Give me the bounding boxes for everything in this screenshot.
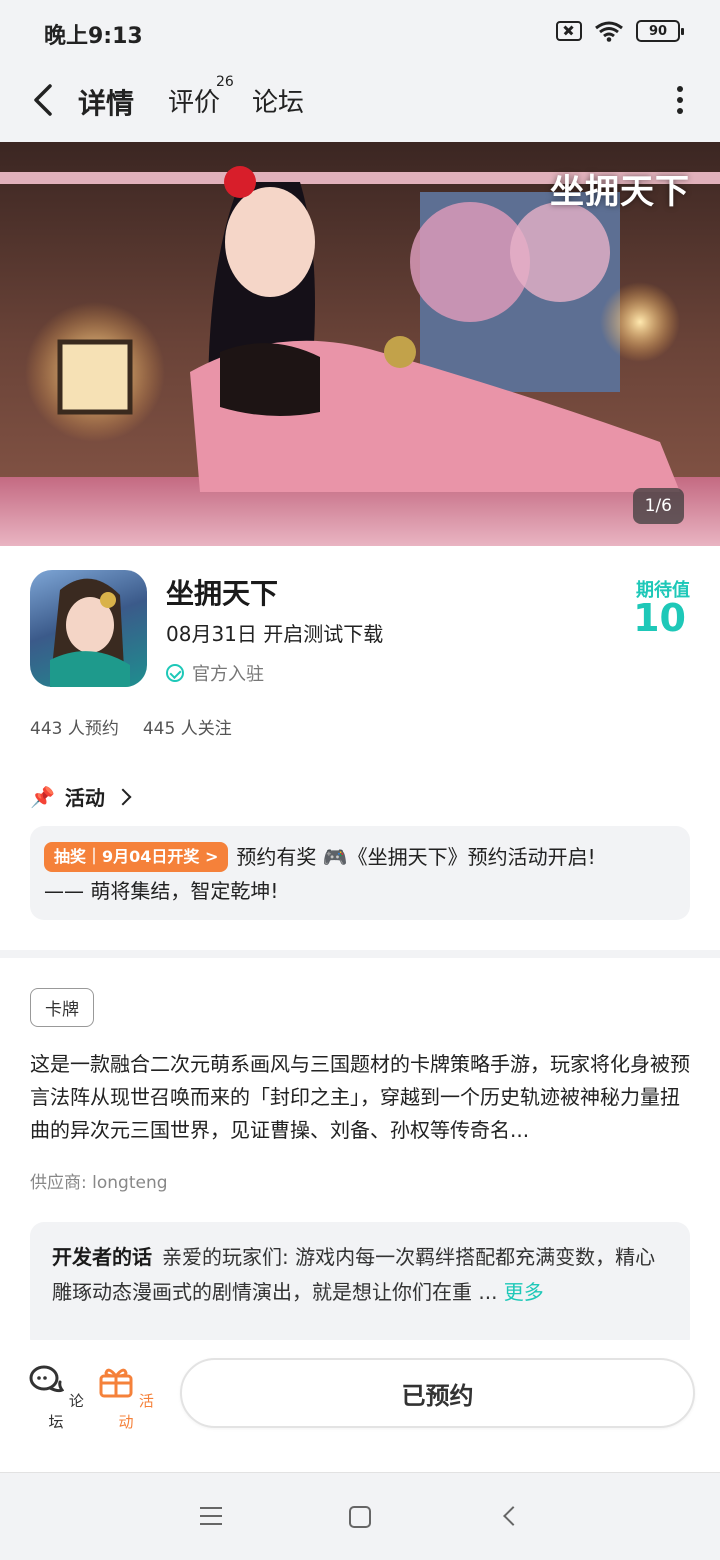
- banner-carousel[interactable]: 坐拥天下 1/6: [0, 142, 720, 546]
- banner-page-counter: 1/6: [632, 488, 684, 524]
- developer-note-more-link[interactable]: 更多: [504, 1280, 544, 1304]
- pin-icon: 📌: [30, 784, 55, 809]
- verified-check-icon: [166, 664, 184, 682]
- game-description[interactable]: 这是一款融合二次元萌系画风与三国题材的卡牌策略手游，玩家将化身被预言法阵从现世召…: [30, 1048, 694, 1147]
- tab-forum-label: 论坛: [252, 88, 305, 118]
- activity-heading: 活动: [64, 786, 105, 810]
- game-app-icon: [30, 570, 147, 687]
- tab-detail[interactable]: 详情: [74, 82, 139, 122]
- banner-game-logo: 坐拥天下: [550, 172, 690, 212]
- forum-chat-icon: [29, 1365, 65, 1393]
- recent-apps-icon[interactable]: [200, 1507, 222, 1525]
- activity-card[interactable]: 抽奖｜9月04日开奖 > 预约有奖 🎮《坐拥天下》预约活动开启! —— 萌将集结，…: [30, 826, 690, 920]
- supplier-info: 供应商: longteng: [30, 1173, 168, 1193]
- bottom-activity-button[interactable]: 活动: [96, 1364, 156, 1432]
- tab-detail-label: 详情: [78, 87, 135, 120]
- status-bar: 晚上9:13 90: [0, 0, 720, 66]
- game-info-card: 坐拥天下 08月31日 开启测试下载 官方入驻 期待值 10 443 人预约 4…: [0, 546, 720, 950]
- back-arrow-icon[interactable]: [26, 80, 66, 120]
- home-icon[interactable]: [349, 1506, 371, 1528]
- description-card: 卡牌 这是一款融合二次元萌系画风与三国题材的卡牌策略手游，玩家将化身被预言法阵从…: [0, 958, 720, 1378]
- sim-missing-icon: [556, 21, 582, 41]
- battery-icon: 90: [636, 20, 684, 42]
- developer-note-label: 开发者的话: [52, 1245, 152, 1269]
- official-label: 官方入驻: [192, 664, 264, 685]
- reserved-button[interactable]: 已预约: [180, 1358, 695, 1428]
- official-badge: 官方入驻: [166, 660, 264, 686]
- lottery-tag[interactable]: 抽奖｜9月04日开奖 >: [44, 842, 229, 872]
- expectation-score: 10: [633, 596, 686, 640]
- status-icons: 90: [556, 20, 684, 42]
- activity-text-line2: —— 萌将集结，智定乾坤!: [44, 879, 279, 903]
- developer-note[interactable]: 开发者的话 亲爱的玩家们: 游戏内每一次羁绊搭配都充满变数，精心雕琢动态漫画式的剧…: [30, 1222, 690, 1352]
- activity-section-header[interactable]: 📌 活动: [30, 782, 132, 811]
- tab-review[interactable]: 评价 26: [168, 74, 234, 119]
- activity-text-line1: 预约有奖 🎮《坐拥天下》预约活动开启!: [236, 845, 596, 869]
- follow-count: 445 人关注: [142, 719, 232, 739]
- bottom-forum-button[interactable]: 论坛: [26, 1364, 86, 1432]
- game-title: 坐拥天下: [166, 577, 279, 610]
- status-time: 晚上9:13: [44, 24, 143, 49]
- tab-review-label: 评价: [168, 88, 221, 118]
- more-vertical-icon[interactable]: [676, 86, 684, 114]
- game-stats: 443 人预约 445 人关注: [30, 714, 232, 739]
- game-release-date: 08月31日 开启测试下载: [166, 622, 384, 646]
- gift-icon: [99, 1368, 133, 1398]
- top-nav-bar: 详情 评价 26 论坛: [0, 66, 720, 142]
- system-back-icon[interactable]: [503, 1506, 523, 1526]
- tab-review-count: 26: [216, 74, 234, 90]
- tab-forum[interactable]: 论坛: [252, 82, 304, 119]
- system-navigation-bar: [0, 1472, 720, 1560]
- bottom-action-bar: 论坛 活动 已预约: [0, 1340, 720, 1472]
- chevron-right-icon: [114, 788, 132, 805]
- wifi-icon: [595, 21, 623, 42]
- reservation-count: 443 人预约: [30, 719, 119, 739]
- genre-tag[interactable]: 卡牌: [30, 988, 94, 1027]
